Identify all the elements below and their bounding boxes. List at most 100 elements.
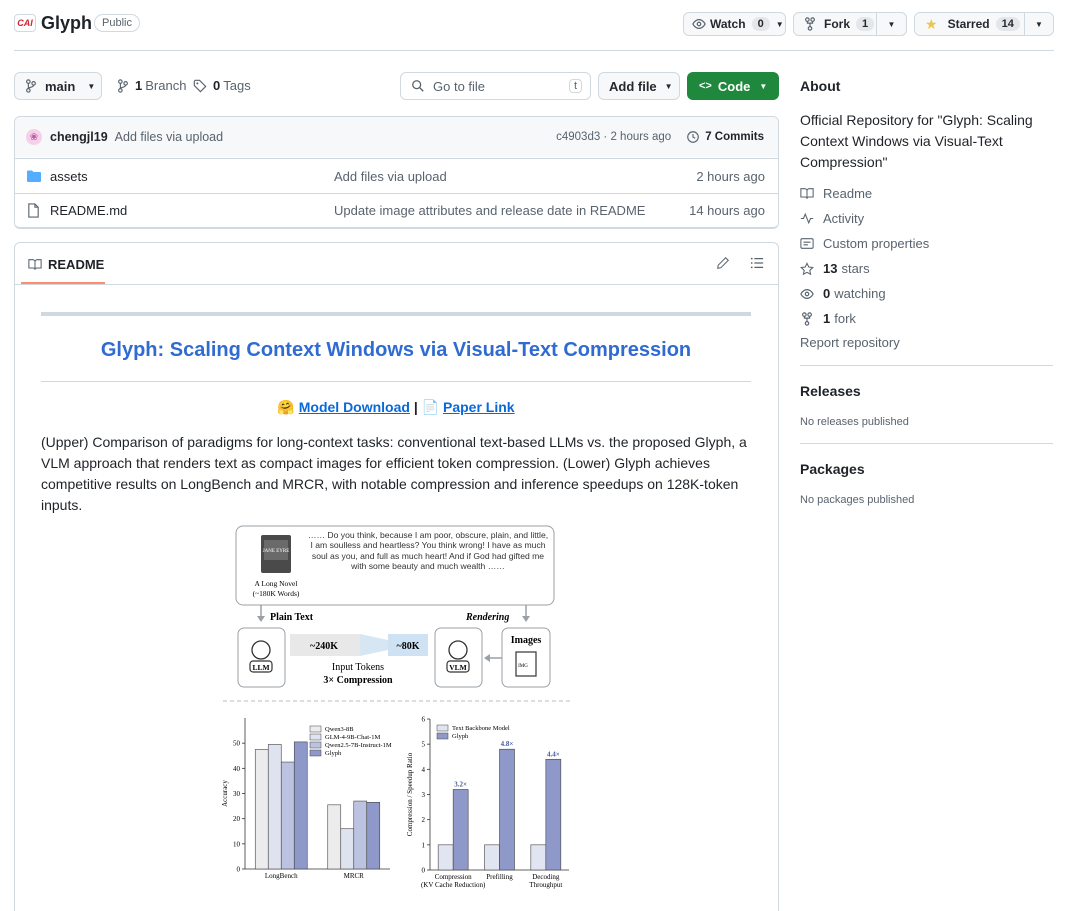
file-commit-message[interactable]: Update image attributes and release date… — [334, 203, 645, 218]
legend-label: GLM-4-9B-Chat-1M — [325, 734, 380, 741]
branches-link[interactable]: 1 Branch — [117, 78, 186, 93]
vlm-box — [434, 627, 483, 688]
code-label: Code — [717, 78, 751, 94]
owner-avatar[interactable]: CAI — [14, 14, 36, 32]
file-name[interactable]: assets — [50, 169, 88, 184]
code-button[interactable]: <> Code ▼ — [687, 72, 779, 100]
bar — [484, 844, 500, 871]
sidebar-stars[interactable]: 13 stars — [800, 261, 870, 276]
sidebar-readme-label: Readme — [823, 186, 873, 201]
readme-title[interactable]: Glyph: Scaling Context Windows via Visua… — [41, 339, 751, 362]
sidebar-activity[interactable]: Activity — [800, 211, 864, 226]
star-dropdown-button[interactable]: ▼ — [1024, 12, 1054, 36]
search-placeholder: Go to file — [433, 78, 486, 94]
images-label: Images — [511, 635, 542, 646]
sidebar-custom-properties-label: Custom properties — [823, 236, 930, 251]
legend-swatch — [309, 741, 322, 749]
starred-button[interactable]: ★ Starred 14 — [914, 12, 1025, 36]
data-label: 4.4× — [547, 750, 560, 758]
sidebar-divider — [800, 443, 1053, 444]
paradigm-figure: JANE EYRE A Long Novel (~180K Words) …… … — [223, 525, 573, 702]
novel-quote: …… Do you think, because I am poor, obsc… — [307, 530, 549, 572]
repo-name[interactable]: Glyph — [41, 13, 92, 34]
releases-empty-text: No releases published — [800, 416, 909, 428]
commit-author[interactable]: chengjl19 — [50, 130, 108, 144]
watch-button[interactable]: Watch 0 ▼ — [683, 12, 786, 36]
add-file-label: Add file — [609, 78, 657, 94]
novel-label: A Long Novel — [255, 579, 298, 588]
bar — [545, 758, 562, 871]
commits-link[interactable]: 7 Commits — [705, 131, 764, 143]
readme-description: (Upper) Comparison of paradigms for long… — [41, 434, 747, 513]
chevron-down-icon: ▼ — [1035, 19, 1043, 29]
model-download-link[interactable]: Model Download — [299, 399, 410, 415]
llm-label: LLM — [252, 663, 269, 672]
commit-message[interactable]: Add files via upload — [115, 130, 223, 144]
fork-label: Fork — [824, 17, 851, 31]
y-tick-label: 10 — [233, 840, 241, 848]
star-filled-icon: ★ — [925, 15, 938, 32]
fork-button[interactable]: Fork 1 — [793, 12, 877, 36]
avatar[interactable]: ❀ — [26, 129, 42, 145]
tag-icon — [193, 79, 207, 93]
legend-label: Glyph — [325, 750, 342, 757]
visual-tokens: ~80K — [397, 641, 420, 652]
document-icon: 📄 — [421, 399, 440, 415]
packages-heading[interactable]: Packages — [800, 461, 865, 477]
add-file-button[interactable]: Add file ▼ — [598, 72, 680, 100]
file-name[interactable]: README.md — [50, 203, 127, 218]
sidebar-forks[interactable]: 1 fork — [800, 311, 856, 326]
hugging-face-icon: 🤗 — [277, 399, 295, 415]
header-divider — [14, 50, 1054, 51]
legend-swatch — [436, 724, 449, 732]
input-tokens-label: Input Tokens — [332, 662, 384, 673]
readme-tab[interactable]: README — [28, 257, 104, 272]
file-row-assets[interactable]: assets Add files via upload 2 hours ago — [14, 158, 779, 193]
img-tag: IMG — [518, 664, 528, 669]
search-icon — [411, 79, 425, 93]
legend-swatch — [309, 725, 322, 733]
bar — [280, 761, 295, 870]
releases-heading[interactable]: Releases — [800, 383, 861, 399]
legend-swatch — [309, 749, 322, 757]
commit-hash-time[interactable]: c4903d3 · 2 hours ago — [556, 131, 671, 143]
go-to-file-search[interactable]: Go to file t — [400, 72, 591, 100]
branch-selector[interactable]: main ▼ — [14, 72, 102, 100]
y-tick-label: 1 — [422, 841, 426, 849]
sidebar-activity-label: Activity — [823, 211, 865, 226]
outline-list-icon[interactable] — [750, 256, 764, 273]
paper-link[interactable]: Paper Link — [443, 399, 515, 415]
chevron-down-icon: ▼ — [87, 81, 96, 91]
tags-link[interactable]: 0 Tags — [193, 78, 251, 93]
bar — [340, 828, 355, 870]
sidebar-readme[interactable]: Readme — [800, 186, 872, 201]
bar — [254, 749, 269, 870]
branch-icon — [117, 78, 129, 93]
fork-dropdown-button[interactable]: ▼ — [876, 12, 907, 36]
tags-label: Tags — [223, 78, 251, 93]
watching-label: watching — [834, 286, 886, 301]
report-repository-link[interactable]: Report repository — [800, 335, 900, 350]
file-commit-message[interactable]: Add files via upload — [334, 169, 447, 184]
sidebar-watching[interactable]: 0 watching — [800, 286, 886, 301]
readme-top-rule — [41, 312, 751, 316]
file-row-readme[interactable]: README.md Update image attributes and re… — [14, 193, 779, 228]
accuracy-bar-chart: 0 10 20 30 40 50 Accuracy LongBench MRCR Qwen3-8B… — [221, 718, 392, 880]
edit-pencil-icon[interactable] — [716, 256, 730, 273]
bar — [530, 844, 547, 871]
x-tick-label: LongBench — [265, 872, 298, 880]
novel-words: (~180K Words) — [253, 589, 300, 598]
bar — [353, 800, 368, 870]
readme-title-rule — [41, 381, 751, 382]
y-tick-label: 50 — [233, 740, 241, 748]
bar — [452, 789, 469, 871]
y-tick-label: 3 — [422, 791, 426, 799]
sidebar-divider — [800, 365, 1053, 366]
branch-name: main — [45, 78, 76, 94]
search-shortcut-key: t — [568, 79, 582, 93]
llm-box — [237, 627, 286, 688]
legend-label: Text Backbone Model — [452, 725, 510, 732]
speedup-bar-chart: 0 1 2 3 4 5 6 Compression / Speedup Ratio 3.2× Co… — [406, 716, 569, 889]
bar — [327, 804, 342, 870]
sidebar-custom-properties[interactable]: Custom properties — [800, 236, 929, 251]
